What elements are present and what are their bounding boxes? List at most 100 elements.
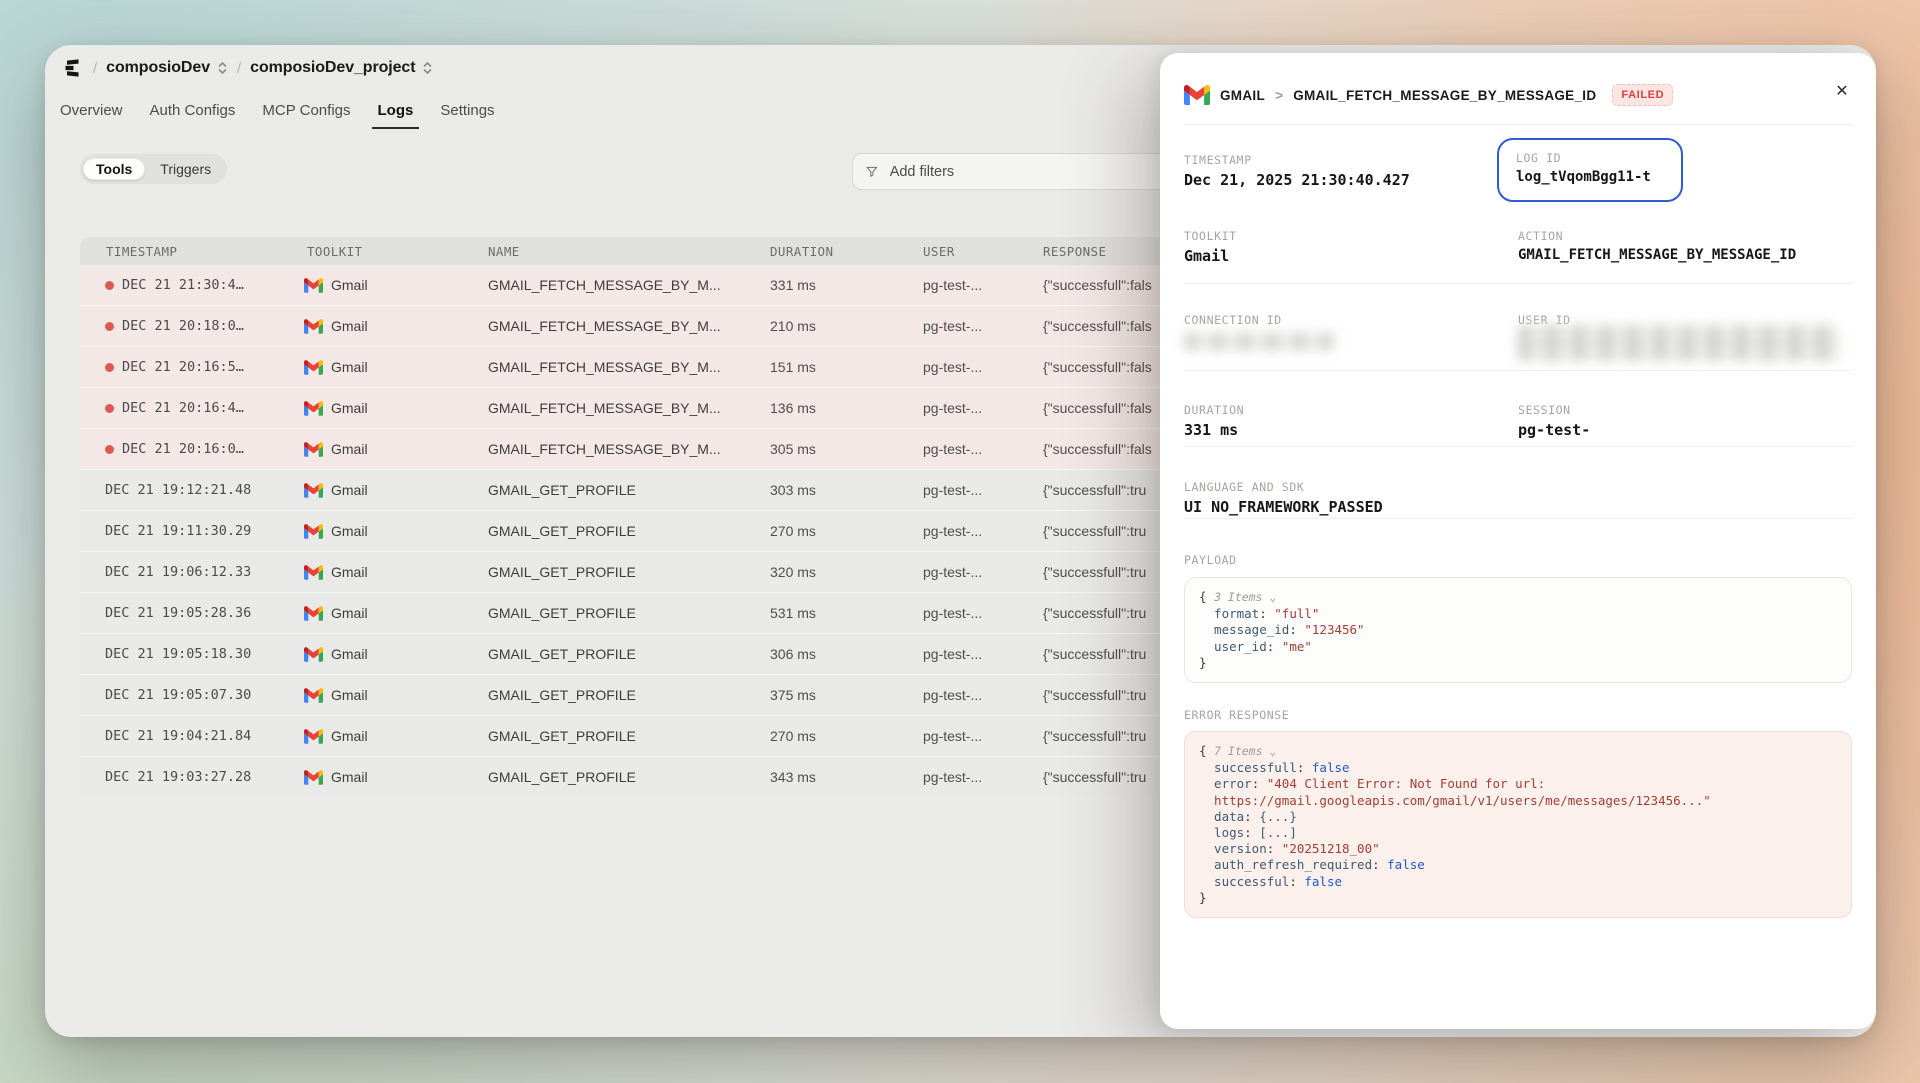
tab-auth-configs[interactable]: Auth Configs xyxy=(150,102,236,121)
table-row[interactable]: DEC 21 19:05:28.36 GmailGMAIL_GET_PROFIL… xyxy=(80,592,1165,633)
failed-status-dot xyxy=(105,281,114,290)
cell-duration: 305 ms xyxy=(768,441,920,457)
cell-response: {"successfull":tru xyxy=(1040,687,1165,703)
cell-name: GMAIL_GET_PROFILE xyxy=(488,769,768,785)
cell-duration: 331 ms xyxy=(768,277,920,293)
table-row[interactable]: DEC 21 20:18:0… GmailGMAIL_FETCH_MESSAGE… xyxy=(80,305,1165,346)
field-label-session: SESSION xyxy=(1518,403,1571,417)
cell-toolkit: Gmail xyxy=(304,564,488,580)
cell-timestamp: DEC 21 19:04:21.84 xyxy=(80,728,304,744)
table-row[interactable]: DEC 21 19:11:30.29 GmailGMAIL_GET_PROFIL… xyxy=(80,510,1165,551)
cell-duration: 270 ms xyxy=(768,728,920,744)
project-switcher[interactable]: composioDev_project xyxy=(250,59,433,77)
table-row[interactable]: DEC 21 19:04:21.84 GmailGMAIL_GET_PROFIL… xyxy=(80,715,1165,756)
chevron-right-icon: > xyxy=(1275,87,1283,103)
table-row[interactable]: DEC 21 20:16:0… GmailGMAIL_FETCH_MESSAGE… xyxy=(80,428,1165,469)
cell-toolkit: Gmail xyxy=(304,605,488,621)
cell-user: pg-test-... xyxy=(920,318,1040,334)
column-header-timestamp: TIMESTAMP xyxy=(80,244,304,259)
cell-name: GMAIL_GET_PROFILE xyxy=(488,646,768,662)
cell-user: pg-test-... xyxy=(920,277,1040,293)
project-name: composioDev_project xyxy=(250,59,415,77)
field-label-action: ACTION xyxy=(1518,229,1563,243)
cell-name: GMAIL_GET_PROFILE xyxy=(488,728,768,744)
cell-timestamp: DEC 21 19:12:21.48 xyxy=(80,482,304,498)
error-response-json-viewer[interactable]: { 7 Items ⌄ successfull: false error: "4… xyxy=(1184,731,1852,918)
cell-user: pg-test-... xyxy=(920,523,1040,539)
cell-timestamp: DEC 21 20:16:0… xyxy=(80,441,304,457)
cell-response: {"successfull":fals xyxy=(1040,277,1165,293)
cell-name: GMAIL_GET_PROFILE xyxy=(488,482,768,498)
table-row[interactable]: DEC 21 19:12:21.48 GmailGMAIL_GET_PROFIL… xyxy=(80,469,1165,510)
cell-duration: 375 ms xyxy=(768,687,920,703)
cell-toolkit: Gmail xyxy=(304,728,488,744)
panel-action-name: GMAIL_FETCH_MESSAGE_BY_MESSAGE_ID xyxy=(1293,88,1596,103)
code-line: } xyxy=(1199,655,1837,671)
table-row[interactable]: DEC 21 19:05:18.30 GmailGMAIL_GET_PROFIL… xyxy=(80,633,1165,674)
code-line: { 7 Items ⌄ xyxy=(1199,743,1837,760)
field-label-log-id: LOG ID xyxy=(1516,151,1561,165)
cell-name: GMAIL_FETCH_MESSAGE_BY_M... xyxy=(488,441,768,457)
cell-toolkit: Gmail xyxy=(304,482,488,498)
cell-duration: 136 ms xyxy=(768,400,920,416)
table-row[interactable]: DEC 21 19:06:12.33 GmailGMAIL_GET_PROFIL… xyxy=(80,551,1165,592)
cell-response: {"successfull":fals xyxy=(1040,400,1165,416)
tab-settings[interactable]: Settings xyxy=(440,102,494,121)
cell-timestamp: DEC 21 19:03:27.28 xyxy=(80,769,304,785)
cell-duration: 306 ms xyxy=(768,646,920,662)
status-badge: FAILED xyxy=(1612,84,1673,106)
code-line: https://gmail.googleapis.com/gmail/v1/us… xyxy=(1199,793,1837,809)
breadcrumb-separator: / xyxy=(237,60,241,77)
cell-response: {"successfull":tru xyxy=(1040,646,1165,662)
tab-logs[interactable]: Logs xyxy=(378,102,414,121)
filter-bar[interactable] xyxy=(852,153,1182,190)
cell-timestamp: DEC 21 19:05:07.30 xyxy=(80,687,304,703)
column-header-user: USER xyxy=(920,244,1040,259)
close-button[interactable]: ✕ xyxy=(1830,79,1854,103)
gmail-icon xyxy=(1184,85,1210,105)
log-id-field-highlighted[interactable]: LOG ID log_tVqomBgg11-t xyxy=(1497,138,1683,202)
panel-header: GMAIL > GMAIL_FETCH_MESSAGE_BY_MESSAGE_I… xyxy=(1184,73,1816,117)
gmail-icon xyxy=(304,647,323,662)
cell-duration: 320 ms xyxy=(768,564,920,580)
cell-user: pg-test-... xyxy=(920,728,1040,744)
field-label-connection-id: CONNECTION ID xyxy=(1184,313,1282,327)
column-header-duration: DURATION xyxy=(768,244,920,259)
segment-tools[interactable]: Tools xyxy=(83,158,145,180)
cell-duration: 343 ms xyxy=(768,769,920,785)
divider xyxy=(1184,370,1852,371)
divider xyxy=(1184,124,1852,125)
cell-user: pg-test-... xyxy=(920,769,1040,785)
cell-response: {"successfull":fals xyxy=(1040,359,1165,375)
tab-overview[interactable]: Overview xyxy=(60,102,123,121)
tab-bar: Overview Auth Configs MCP Configs Logs Setti… xyxy=(60,102,495,121)
code-line: successful: false xyxy=(1199,874,1837,890)
org-switcher[interactable]: composioDev xyxy=(106,59,228,77)
code-line: error: "404 Client Error: Not Found for … xyxy=(1199,776,1837,792)
filter-input[interactable] xyxy=(888,163,1169,181)
table-row[interactable]: DEC 21 20:16:5… GmailGMAIL_FETCH_MESSAGE… xyxy=(80,346,1165,387)
tab-mcp-configs[interactable]: MCP Configs xyxy=(262,102,350,121)
table-row[interactable]: DEC 21 21:30:4… GmailGMAIL_FETCH_MESSAGE… xyxy=(80,265,1165,305)
table-row[interactable]: DEC 21 19:05:07.30 GmailGMAIL_GET_PROFIL… xyxy=(80,674,1165,715)
cell-response: {"successfull":tru xyxy=(1040,523,1165,539)
breadcrumb-separator: / xyxy=(93,60,97,77)
cell-response: {"successfull":tru xyxy=(1040,728,1165,744)
cell-user: pg-test-... xyxy=(920,441,1040,457)
cell-user: pg-test-... xyxy=(920,687,1040,703)
gmail-icon xyxy=(304,565,323,580)
table-row[interactable]: DEC 21 19:03:27.28 GmailGMAIL_GET_PROFIL… xyxy=(80,756,1165,797)
gmail-icon xyxy=(304,606,323,621)
cell-user: pg-test-... xyxy=(920,482,1040,498)
gmail-icon xyxy=(304,401,323,416)
column-header-response: RESPONSE xyxy=(1040,244,1165,259)
segment-triggers[interactable]: Triggers xyxy=(147,158,224,180)
gmail-icon xyxy=(304,360,323,375)
payload-json-viewer[interactable]: { 3 Items ⌄ format: "full" message_id: "… xyxy=(1184,577,1852,683)
divider xyxy=(1184,446,1852,447)
field-value-session: pg-test- xyxy=(1518,421,1590,439)
table-row[interactable]: DEC 21 20:16:4… GmailGMAIL_FETCH_MESSAGE… xyxy=(80,387,1165,428)
field-value-action: GMAIL_FETCH_MESSAGE_BY_MESSAGE_ID xyxy=(1518,247,1796,263)
cell-toolkit: Gmail xyxy=(304,769,488,785)
cell-duration: 531 ms xyxy=(768,605,920,621)
